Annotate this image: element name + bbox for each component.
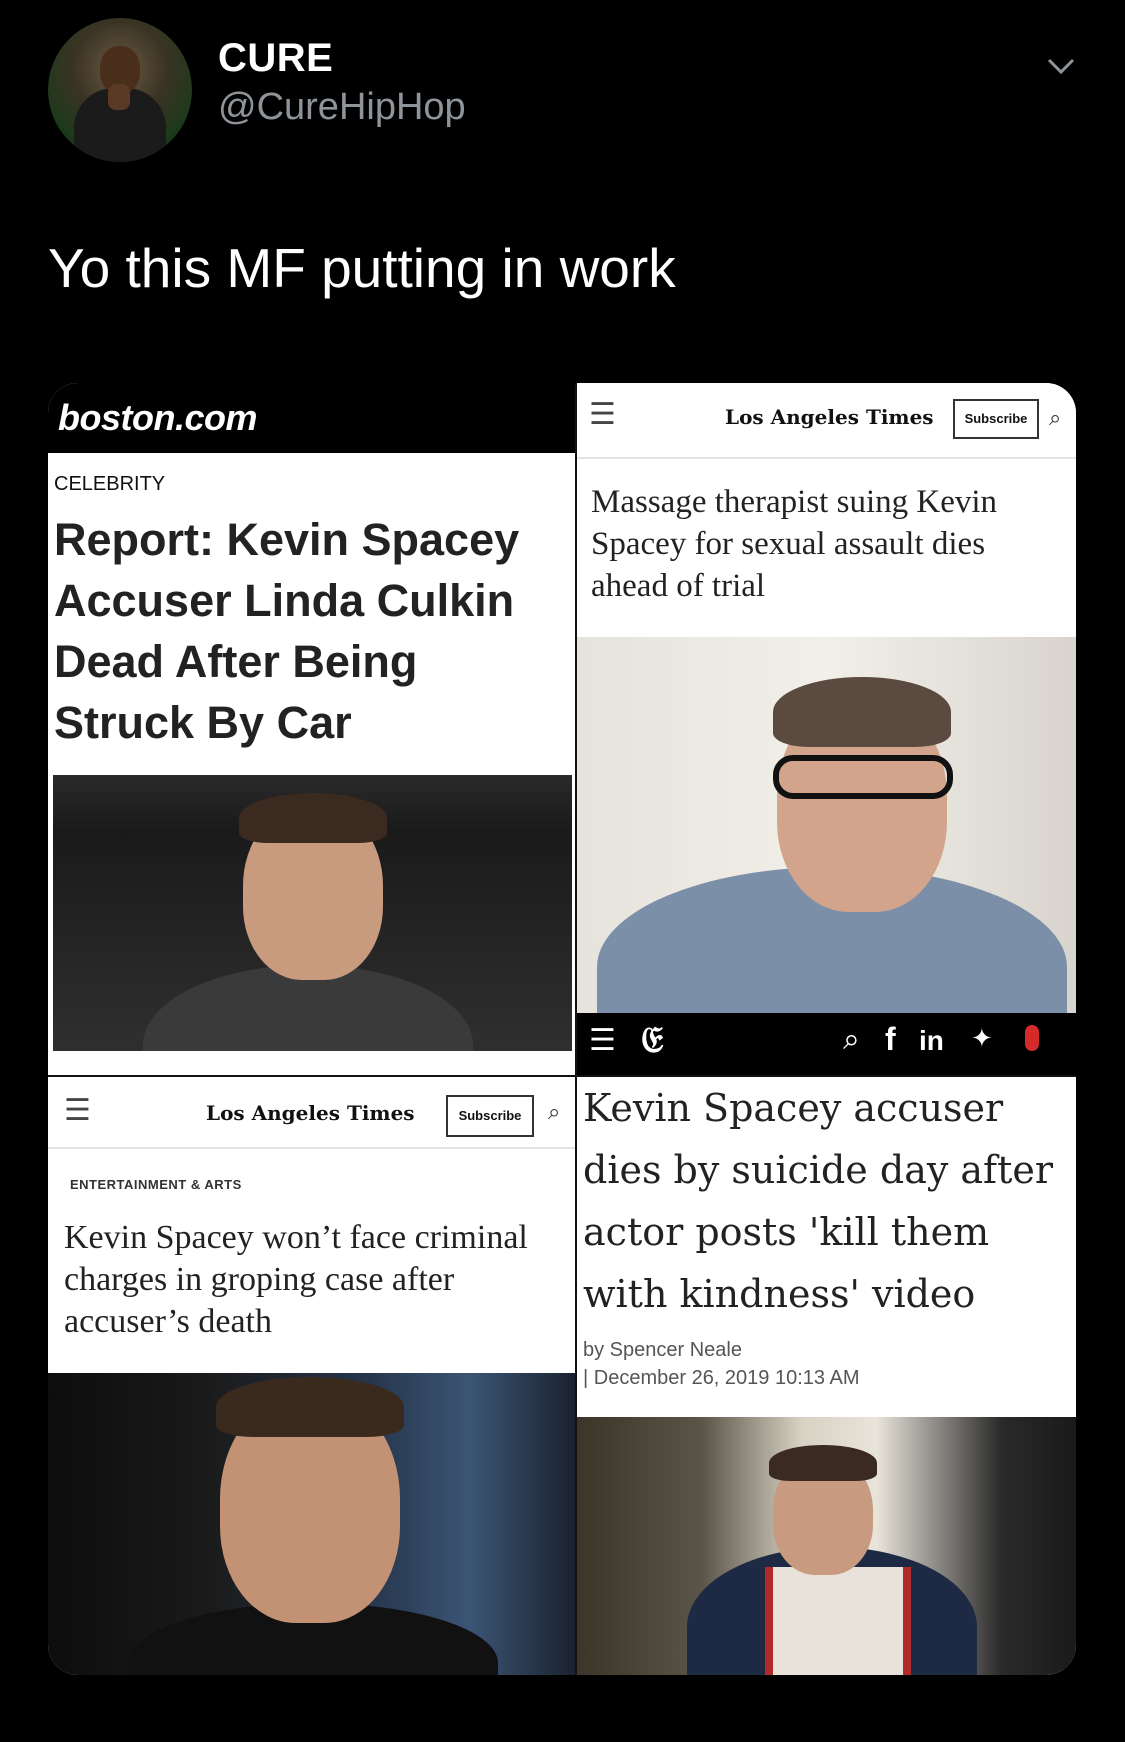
linkedin-icon[interactable]: in <box>919 1025 944 1057</box>
photo-hair <box>239 793 387 843</box>
subscribe-button[interactable]: Subscribe <box>953 399 1039 439</box>
subscribe-button[interactable]: Subscribe <box>446 1095 534 1137</box>
latimes-header: ☰ Los Angeles Times Subscribe ⌕ <box>577 383 1076 459</box>
headline: Massage therapist suing Kevin Spacey for… <box>591 484 998 604</box>
menu-icon[interactable]: ☰ <box>589 397 616 432</box>
photo-apron <box>765 1567 911 1675</box>
article-photo <box>48 1373 575 1675</box>
tweet-text: Yo this MF putting in work <box>48 237 676 299</box>
boston-logo: boston.com <box>58 397 258 438</box>
headline: Kevin Spacey accuser dies by suicide day… <box>583 1086 1054 1316</box>
section-label: ENTERTAINMENT & ARTS <box>70 1177 242 1192</box>
twitter-icon[interactable]: ✦ <box>971 1023 993 1054</box>
boston-header: boston.com <box>48 383 575 453</box>
latimes-logo: Los Angeles Times <box>725 405 934 429</box>
photo-hair <box>769 1445 877 1481</box>
microphone-icon[interactable] <box>1025 1025 1039 1051</box>
facebook-icon[interactable]: f <box>885 1021 896 1058</box>
latimes-logo: Los Angeles Times <box>206 1101 415 1125</box>
article-photo <box>577 637 1076 1013</box>
section-label: CELEBRITY <box>54 473 166 495</box>
panel-boston: boston.com CELEBRITY Report: Kevin Space… <box>48 383 575 1075</box>
search-icon[interactable]: ⌕ <box>1049 405 1061 431</box>
panel-independent: Kevin Spacey accuser dies by suicide day… <box>577 1077 1076 1675</box>
search-icon[interactable]: ⌕ <box>843 1023 860 1057</box>
tweet-image-collage[interactable]: boston.com CELEBRITY Report: Kevin Space… <box>48 383 1076 1675</box>
menu-icon[interactable]: ☰ <box>589 1023 616 1058</box>
avatar-hands <box>108 84 130 110</box>
headline: Kevin Spacey won’t face criminal charges… <box>64 1219 528 1340</box>
menu-icon[interactable]: ☰ <box>64 1093 91 1128</box>
tweet-avatar[interactable] <box>48 18 192 162</box>
photo-hair <box>773 677 951 747</box>
headline: Report: Kevin Spacey Accuser Linda Culki… <box>54 514 520 748</box>
article-date: | December 26, 2019 10:13 AM <box>583 1367 860 1389</box>
article-photo <box>53 775 572 1051</box>
article-photo <box>577 1417 1076 1675</box>
byline[interactable]: by Spencer Neale <box>583 1339 742 1362</box>
independent-header: ☰ 𝔈 ⌕ f in ✦ <box>577 1013 1076 1075</box>
search-icon[interactable]: ⌕ <box>548 1099 560 1125</box>
photo-hair <box>216 1377 404 1437</box>
panel-latimes-bottom: ☰ Los Angeles Times Subscribe ⌕ ENTERTAI… <box>48 1077 575 1675</box>
masthead-logo: 𝔈 <box>641 1019 664 1061</box>
chevron-down-icon[interactable] <box>1046 50 1076 80</box>
photo-glasses <box>773 755 953 799</box>
user-handle[interactable]: @CureHipHop <box>218 86 466 129</box>
latimes-header: ☰ Los Angeles Times Subscribe ⌕ <box>48 1077 575 1149</box>
display-name[interactable]: CURE <box>218 36 333 81</box>
panel-latimes-top: ☰ Los Angeles Times Subscribe ⌕ Massage … <box>577 383 1076 1075</box>
